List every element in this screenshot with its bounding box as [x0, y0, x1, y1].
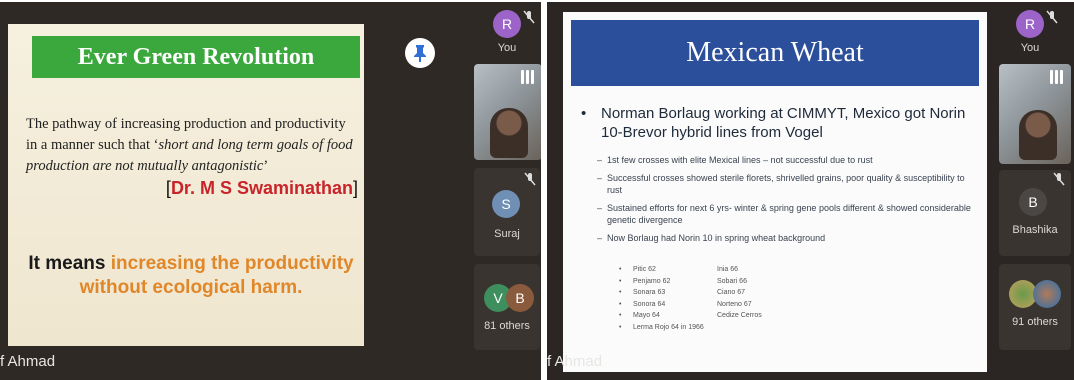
main-point-text: Norman Borlaug working at CIMMYT, Mexico…: [601, 105, 966, 141]
mic-muted-icon: [524, 172, 536, 186]
audio-level-icon: [521, 70, 534, 84]
presentation-slide: Mexican Wheat • Norman Borlaug working a…: [563, 12, 987, 372]
variety-name: Inia 66: [717, 266, 739, 273]
avatar-initial: S: [501, 196, 511, 212]
variety-name: Norteno 67: [717, 300, 752, 308]
variety-row: • Penjamo 62 Sobari 66: [619, 276, 762, 288]
variety-name: Lerma Rojo 64 in 1966: [633, 323, 704, 331]
slide-citation: [Dr. M S Swaminathan]: [166, 178, 358, 199]
avatar-you[interactable]: R: [493, 10, 521, 38]
avatar-group-b: B: [506, 284, 534, 312]
participant-label-suraj: Suraj: [494, 228, 520, 240]
variety-name: Mayo 64: [633, 312, 660, 319]
sub-point: 1st few crosses with elite Mexical lines…: [597, 154, 977, 166]
variety-row: • Sonara 63 Ciano 67: [619, 287, 762, 299]
variety-list: • Pitic 62 Inia 66 • Penjamo 62 Sobari 66 • S…: [619, 264, 762, 333]
sub-point: Now Borlaug had Norin 10 in spring wheat…: [597, 232, 977, 244]
bullet: •: [619, 277, 622, 285]
others-count: 91 others: [1012, 316, 1058, 328]
avatar-initial: R: [501, 16, 513, 32]
slide-title: Mexican Wheat: [571, 20, 979, 86]
sub-point: Successful crosses showed sterile floret…: [597, 172, 977, 196]
bullet: •: [619, 323, 622, 331]
avatar-others-photo: [1033, 280, 1061, 308]
citation-name: Dr. M S Swaminathan: [170, 178, 353, 198]
slide-title: Ever Green Revolution: [32, 36, 360, 78]
variety-row: • Mayo 64 Cedize Cerros: [619, 310, 762, 322]
variety-row: • Lerma Rojo 64 in 1966: [619, 322, 762, 334]
variety-name: Sonara 63: [633, 289, 666, 296]
variety-name: Penjamo 62: [633, 277, 671, 285]
person-figure: [1019, 110, 1057, 160]
audio-level-icon: [1050, 70, 1063, 84]
pin-icon[interactable]: [405, 38, 435, 68]
conclusion-lead: It means: [28, 253, 111, 274]
variety-name: Ciano 67: [717, 289, 746, 296]
participant-video[interactable]: [999, 64, 1071, 164]
variety-name: Cedize Cerros: [717, 312, 762, 319]
variety-name: Pitic 62: [633, 266, 656, 273]
person-figure: [490, 108, 528, 158]
slide-quote: The pathway of increasing production and…: [26, 114, 356, 177]
sub-point: Sustained efforts for next 6 yrs- winter…: [597, 202, 977, 226]
left-meeting-window: Ever Green Revolution The pathway of inc…: [0, 2, 541, 380]
conclusion-rest: without ecological harm.: [79, 277, 303, 298]
variety-row: • Sonora 64 Norteno 67: [619, 299, 762, 311]
participant-video[interactable]: [474, 64, 541, 160]
variety-row: • Pitic 62 Inia 66: [619, 264, 762, 276]
right-meeting-window: Mexican Wheat • Norman Borlaug working a…: [547, 2, 1074, 380]
avatar-initial: V: [493, 290, 503, 306]
bullet: •: [619, 300, 622, 308]
presenter-name: f Ahmad: [0, 353, 56, 370]
avatar-you[interactable]: R: [1016, 10, 1044, 38]
slide-conclusion: It means increasing the productivity with…: [18, 252, 364, 300]
slide-sub-points: 1st few crosses with elite Mexical lines…: [597, 154, 977, 250]
slide-main-point: • Norman Borlaug working at CIMMYT, Mexi…: [581, 104, 979, 142]
bullet: •: [581, 105, 587, 122]
bracket-close: ]: [352, 178, 358, 198]
presentation-slide: Ever Green Revolution The pathway of inc…: [8, 24, 364, 346]
bullet: •: [619, 266, 622, 273]
avatar-initial: R: [1024, 16, 1036, 32]
participant-label-you: You: [497, 42, 517, 54]
conclusion-highlight: increasing the productivity: [110, 253, 354, 274]
avatar-bhashika: B: [1019, 188, 1047, 216]
participant-label-you: You: [1020, 42, 1040, 54]
participant-label-bhashika: Bhashika: [1012, 224, 1058, 236]
bullet: •: [619, 312, 622, 319]
avatar-suraj: S: [492, 190, 520, 218]
mic-muted-icon: [523, 10, 535, 24]
variety-name: Sobari 66: [717, 277, 747, 285]
quote-close: ’: [263, 158, 269, 174]
mic-muted-icon: [1046, 10, 1058, 24]
presenter-name: f Ahmad: [547, 353, 603, 370]
others-count: 81 others: [484, 320, 530, 332]
avatar-initial: B: [515, 290, 525, 306]
others-tile[interactable]: [999, 264, 1071, 350]
avatar-initial: B: [1028, 194, 1038, 210]
bullet: •: [619, 289, 622, 296]
mic-muted-icon: [1053, 172, 1065, 186]
variety-name: Sonora 64: [633, 300, 666, 308]
